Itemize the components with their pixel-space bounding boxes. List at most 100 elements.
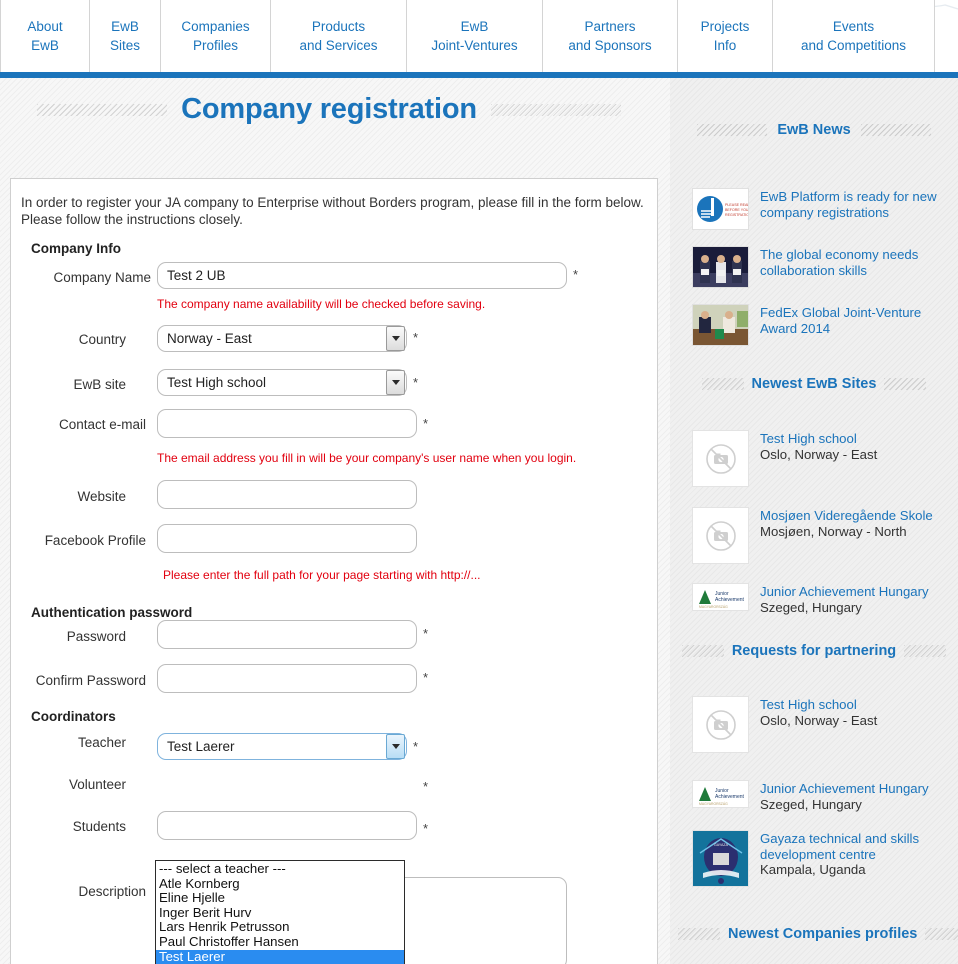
nav-item-label-line2: and Services — [299, 38, 378, 53]
partnering-thumbnail: GAYAZA — [692, 830, 749, 887]
nav-item-about-ewb[interactable]: About EwB — [0, 0, 90, 72]
registration-form-card: In order to register your JA company to … — [10, 178, 658, 964]
news-item-title[interactable]: The global economy needs collaboration s… — [760, 247, 948, 278]
page-root: About EwB EwB Sites Companies Profiles Product… — [0, 0, 958, 964]
hint-company-name: The company name availability will be ch… — [157, 297, 486, 311]
nav-item-label-line1: EwB — [460, 19, 489, 34]
confirm-password-input[interactable] — [157, 664, 417, 693]
nav-item-label-line1: Products — [311, 19, 366, 34]
teacher-option[interactable]: --- select a teacher --- — [156, 861, 404, 877]
svg-text:MAGYARORSZÁG: MAGYARORSZÁG — [699, 802, 728, 806]
required-marker-ewb-site: * — [413, 375, 419, 390]
facebook-profile-input[interactable] — [157, 524, 417, 553]
heading-hatch-right — [860, 124, 931, 137]
nav-item-ewb-joint-ventures[interactable]: EwB Joint-Ventures — [407, 0, 543, 72]
students-input[interactable] — [157, 811, 417, 840]
website-input[interactable] — [157, 480, 417, 509]
heading-hatch-left — [697, 124, 768, 137]
ewb-site-select-button[interactable] — [386, 370, 405, 395]
nav-item-projects-info[interactable]: Projects Info — [678, 0, 773, 72]
section-heading-authentication: Authentication password — [31, 605, 193, 620]
site-text: Mosjøen Videregående Skole Mosjøen, Norw… — [760, 507, 948, 540]
ja-logo-icon: Junior Achievement MAGYARORSZÁG — [693, 781, 748, 807]
svg-text:MAGYARORSZÁG: MAGYARORSZÁG — [699, 605, 728, 609]
partnering-item-title[interactable]: Junior Achievement Hungary — [760, 781, 948, 797]
nav-item-products-and-services[interactable]: Products and Services — [271, 0, 407, 72]
heading-hatch-left — [678, 928, 720, 941]
sidebar-heading-news: EwB News — [670, 122, 958, 138]
section-heading-company-info: Company Info — [31, 241, 121, 256]
site-item[interactable]: Test High school Oslo, Norway - East — [692, 430, 948, 487]
site-item-location: Oslo, Norway - East — [760, 446, 878, 462]
company-name-input[interactable] — [157, 262, 567, 289]
site-thumbnail: Junior Achievement MAGYARORSZÁG — [692, 583, 749, 611]
country-select-button[interactable] — [386, 326, 405, 351]
label-contact-email: Contact e-mail — [58, 417, 146, 432]
news-item-title[interactable]: EwB Platform is ready for new company re… — [760, 189, 948, 220]
teacher-option[interactable]: Inger Berit Hurv — [156, 905, 404, 921]
news-item[interactable]: The global economy needs collaboration s… — [692, 246, 948, 288]
svg-text:Achievement: Achievement — [715, 597, 745, 603]
site-item-location: Szeged, Hungary — [760, 599, 862, 615]
country-select-value: Norway - East — [167, 331, 252, 346]
title-hatch-right — [490, 104, 621, 117]
required-marker-confirm-password: * — [423, 670, 429, 685]
news-item[interactable]: PLEASE READ BEFORE YOUR REGISTRATION EwB… — [692, 188, 948, 230]
nav-item-companies-profiles[interactable]: Companies Profiles — [161, 0, 271, 72]
teacher-option[interactable]: Eline Hjelle — [156, 891, 404, 906]
contact-email-input[interactable] — [157, 409, 417, 438]
partnering-text: Gayaza technical and skills development … — [760, 830, 948, 878]
password-input[interactable] — [157, 620, 417, 649]
hint-contact-email: The email address you fill in will be yo… — [157, 451, 577, 465]
teacher-select-button[interactable] — [386, 734, 405, 759]
site-thumbnail — [692, 430, 749, 487]
teacher-option[interactable]: Lars Henrik Petrusson — [156, 920, 404, 935]
nav-item-events-and-competitions[interactable]: Events and Competitions — [773, 0, 935, 72]
partnering-item[interactable]: Test High school Oslo, Norway - East — [692, 696, 948, 753]
label-volunteer: Volunteer — [68, 777, 126, 792]
news-thumbnail — [692, 246, 749, 288]
nav-item-ewb-sites[interactable]: EwB Sites — [90, 0, 161, 72]
news-item-title[interactable]: FedEx Global Joint-Venture Award 2014 — [760, 305, 948, 336]
site-item-title[interactable]: Junior Achievement Hungary — [760, 584, 948, 600]
svg-text:GAYAZA: GAYAZA — [714, 843, 729, 847]
partnering-item-location: Kampala, Uganda — [760, 862, 866, 877]
label-ewb-site: EwB site — [73, 377, 126, 392]
teacher-option[interactable]: Test Laerer — [156, 949, 404, 964]
sidebar-heading-partnering: Requests for partnering — [670, 643, 958, 659]
heading-hatch-right — [925, 928, 958, 941]
label-website: Website — [77, 489, 126, 504]
required-marker-country: * — [413, 330, 419, 345]
site-item[interactable]: Junior Achievement MAGYARORSZÁG Junior A… — [692, 583, 948, 616]
label-students: Students — [72, 819, 126, 834]
sidebar-heading-partnering-text: Requests for partnering — [731, 643, 897, 659]
nav-item-partners-and-sponsors[interactable]: Partners and Sponsors — [543, 0, 678, 72]
teacher-select[interactable]: Test Laerer — [157, 733, 407, 760]
partnering-thumbnail — [692, 696, 749, 753]
news-text: FedEx Global Joint-Venture Award 2014 — [760, 304, 948, 336]
site-item[interactable]: Mosjøen Videregående Skole Mosjøen, Norw… — [692, 507, 948, 564]
sidebar-heading-news-text: EwB News — [777, 122, 851, 138]
label-description: Description — [78, 884, 146, 899]
partnering-item[interactable]: GAYAZA Gayaza technical and skills devel… — [692, 830, 948, 887]
required-marker-volunteer: * — [423, 779, 429, 794]
heading-hatch-right — [884, 378, 927, 391]
title-hatch-left — [37, 104, 168, 117]
teacher-option[interactable]: Paul Christoffer Hansen — [156, 934, 404, 950]
country-select[interactable]: Norway - East — [157, 325, 407, 352]
partnering-item[interactable]: Junior Achievement MAGYARORSZÁG Junior A… — [692, 780, 948, 813]
site-item-title[interactable]: Mosjøen Videregående Skole — [760, 508, 948, 524]
ewb-site-select[interactable]: Test High school — [157, 369, 407, 396]
teacher-select-value: Test Laerer — [167, 739, 235, 754]
news-thumbnail — [692, 304, 749, 346]
form-intro-text: In order to register your JA company to … — [21, 195, 644, 227]
teacher-dropdown-list[interactable]: --- select a teacher --- Atle Kornberg Eli… — [155, 860, 405, 964]
partnering-item-title[interactable]: Test High school — [760, 697, 948, 713]
svg-text:Achievement: Achievement — [715, 794, 745, 800]
site-item-title[interactable]: Test High school — [760, 431, 948, 447]
label-country: Country — [78, 332, 126, 347]
news-item[interactable]: FedEx Global Joint-Venture Award 2014 — [692, 304, 948, 346]
partnering-item-title[interactable]: Gayaza technical and skills development … — [760, 831, 948, 862]
no-image-icon — [705, 709, 736, 740]
teacher-option[interactable]: Atle Kornberg — [156, 876, 404, 892]
